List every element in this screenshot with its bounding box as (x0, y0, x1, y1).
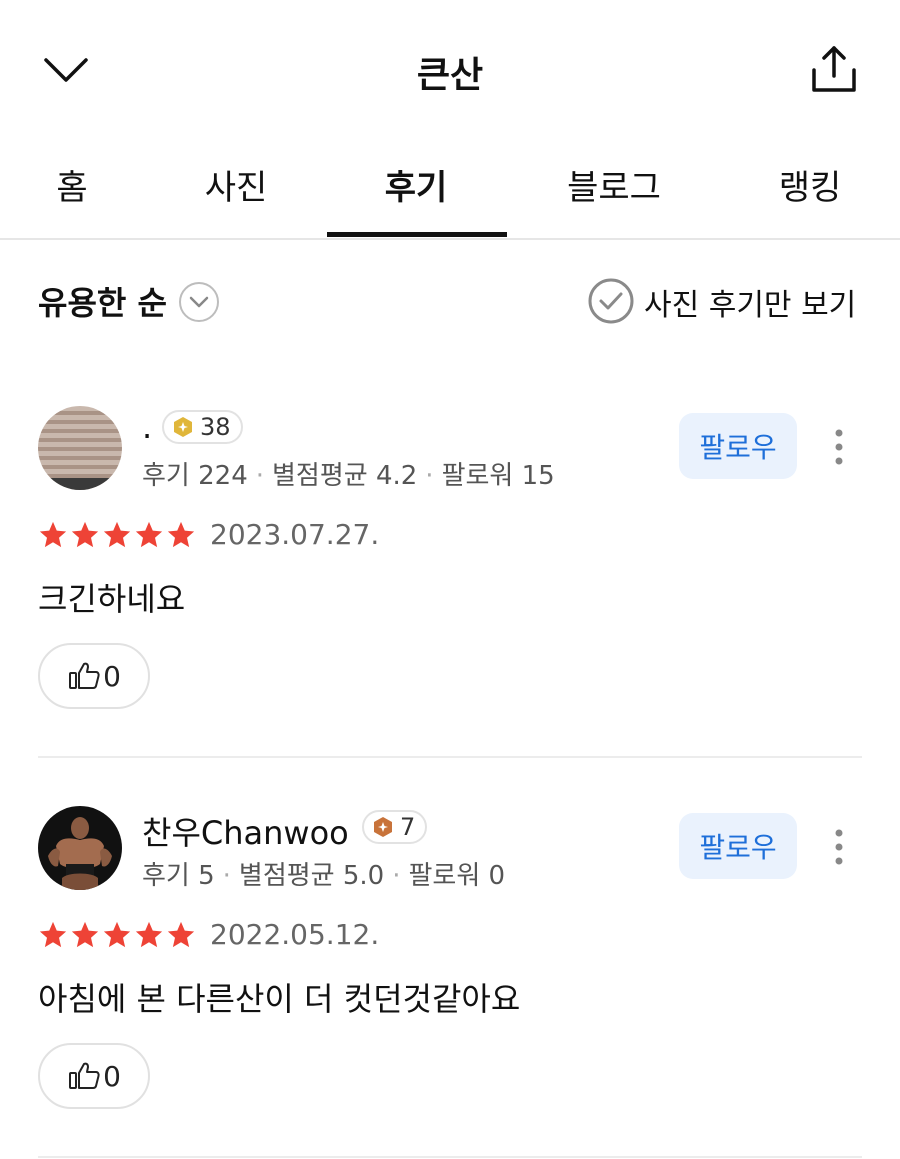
avatar-photo (48, 817, 112, 890)
thumbs-up-icon (69, 1062, 100, 1089)
star-icon (167, 521, 195, 548)
star-icon (103, 521, 131, 548)
sort-dropdown-label[interactable]: 유용한 순 (38, 278, 167, 324)
thumbs-up-icon (69, 662, 100, 689)
star-rating (38, 520, 198, 552)
review-text: 아침에 본 다른산이 더 컷던것같아요 (38, 980, 521, 1018)
average-rating: 별점평균 4.2 (272, 461, 418, 491)
star-icon (39, 521, 67, 548)
like-button[interactable]: 0 (38, 1043, 150, 1109)
level-number: 38 (200, 413, 231, 441)
follow-button[interactable]: 팔로우 (679, 413, 797, 479)
star-icon (167, 921, 195, 948)
divider (38, 756, 862, 758)
tab-reviews[interactable]: 후기 (385, 160, 448, 209)
level-badge: 7 (362, 810, 428, 844)
tab-blog[interactable]: 블로그 (567, 160, 661, 209)
avatar[interactable] (38, 806, 122, 890)
review-date: 2023.07.27. (210, 518, 380, 551)
user-stats: 후기 224 · 별점평균 4.2 · 팔로워 15 (142, 461, 555, 491)
page-title: 큰산 (416, 55, 484, 96)
divider (38, 1156, 862, 1158)
star-icon (135, 521, 163, 548)
level-badge: 38 (162, 410, 243, 444)
level-number: 7 (400, 813, 416, 841)
like-count: 0 (103, 659, 121, 693)
share-icon[interactable] (808, 44, 860, 96)
review-count: 후기 5 (142, 861, 215, 891)
like-count: 0 (103, 1059, 121, 1093)
follower-count: 팔로워 15 (441, 461, 555, 491)
more-vertical-icon[interactable] (826, 827, 852, 867)
user-name[interactable]: 찬우Chanwoo (142, 808, 349, 854)
top-bar: 큰산 (0, 0, 900, 140)
star-icon (39, 921, 67, 948)
review-date: 2022.05.12. (210, 918, 380, 951)
star-icon (135, 921, 163, 948)
review-text: 크긴하네요 (38, 580, 186, 618)
tab-home[interactable]: 홈 (56, 160, 87, 209)
tab-ranking[interactable]: 랭킹 (779, 160, 842, 209)
avatar[interactable] (38, 406, 122, 490)
user-name[interactable]: . (142, 408, 152, 446)
star-rating (38, 920, 198, 952)
active-tab-indicator (327, 232, 507, 237)
like-button[interactable]: 0 (38, 643, 150, 709)
photo-reviews-only-toggle[interactable]: 사진 후기만 보기 (644, 280, 856, 324)
user-stats: 후기 5 · 별점평균 5.0 · 팔로워 0 (142, 861, 506, 891)
chevron-down-icon[interactable] (178, 281, 220, 323)
check-circle-icon[interactable] (587, 277, 635, 325)
star-icon (71, 521, 99, 548)
tab-photos[interactable]: 사진 (205, 160, 268, 209)
more-vertical-icon[interactable] (826, 427, 852, 467)
follower-count: 팔로워 0 (408, 861, 506, 891)
follow-button[interactable]: 팔로우 (679, 813, 797, 879)
star-icon (103, 921, 131, 948)
review-count: 후기 224 (142, 461, 248, 491)
average-rating: 별점평균 5.0 (238, 861, 385, 891)
star-icon (71, 921, 99, 948)
level-bronze-icon (374, 817, 392, 837)
tab-bar: 홈 사진 후기 블로그 랭킹 (0, 140, 900, 240)
level-gold-icon (174, 417, 192, 437)
